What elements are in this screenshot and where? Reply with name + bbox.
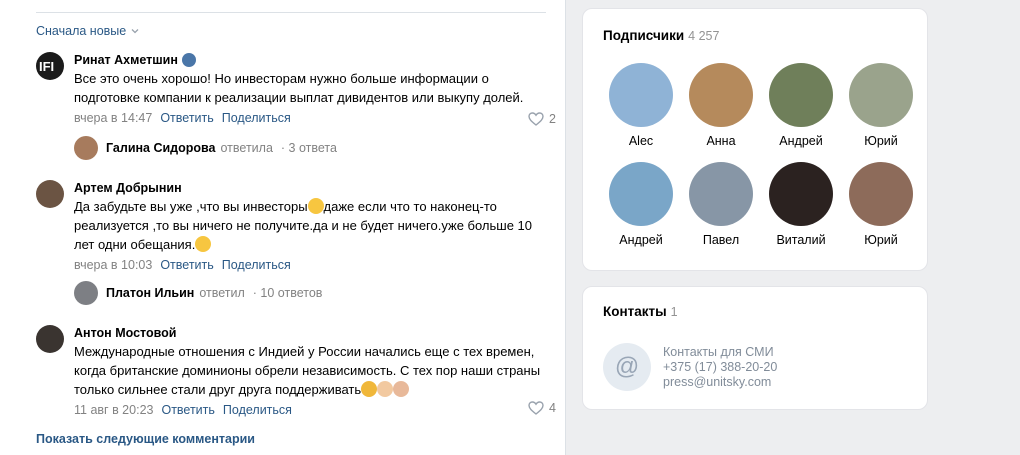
subscriber[interactable]: Юрий [841,162,921,247]
comment-text: Все это очень хорошо! Но инвесторам нужн… [74,71,524,105]
share-link[interactable]: Поделиться [223,402,292,418]
reply-link[interactable]: Ответить [160,257,213,273]
avatar[interactable] [36,180,64,208]
comments-panel: Сначала новые IFI Ринат Ахметшин Все это… [0,0,566,455]
badge-icon [181,53,196,67]
subscriber[interactable]: Андрей [601,162,681,247]
sort-label: Сначала новые [36,24,127,38]
replies-thread[interactable]: Галина Сидорова ответила · 3 ответа [74,136,337,160]
avatar[interactable] [74,281,98,305]
heart-icon [528,401,544,415]
comment-time[interactable]: вчера в 10:03 [74,257,152,273]
avatar [689,162,753,226]
comment-time[interactable]: вчера в 14:47 [74,110,152,126]
avatar [689,63,753,127]
comment-author[interactable]: Артем Добрынин [74,180,548,196]
handshake-emoji-icon [377,381,394,397]
contact-email: press@unitsky.com [663,375,772,389]
raised-fist-emoji-icon [393,381,410,397]
avatar [849,162,913,226]
comment-author[interactable]: Ринат Ахметшин [74,52,548,68]
reply-verb: ответил [199,286,245,300]
share-link[interactable]: Поделиться [222,110,291,126]
avatar[interactable] [36,325,64,353]
subscribers-count: 4 257 [688,29,720,43]
svg-text:IFI: IFI [39,59,54,74]
laughing-emoji-icon [307,198,324,214]
replies-thread[interactable]: Платон Ильин ответил · 10 ответов [74,281,322,305]
like-count: 2 [549,112,556,126]
comment: Артем Добрынин Да забудьте вы уже ,что в… [36,180,556,273]
like-button[interactable]: 4 [528,401,556,415]
reply-count[interactable]: · 3 ответа [281,141,337,155]
at-sign-icon: @ [603,343,651,391]
like-count: 4 [549,401,556,415]
avatar [609,63,673,127]
show-more-comments-link[interactable]: Показать следующие комментарии [36,432,255,446]
like-button[interactable]: 2 [528,112,556,126]
contact-label: Контакты для СМИ [663,345,774,359]
subscriber[interactable]: Павел [681,162,761,247]
contacts-count: 1 [670,305,678,319]
comment-author[interactable]: Антон Мостовой [74,325,548,341]
subscribers-grid: Alec Анна Андрей Юрий Андрей Павел Витал… [601,63,921,247]
comment: IFI Ринат Ахметшин Все это очень хорошо!… [36,52,556,126]
divider [36,12,546,13]
reply-link[interactable]: Ответить [161,402,214,418]
subscribers-card: Подписчики 4 257 Alec Анна Андрей Юрий Ан… [582,8,928,271]
avatar [609,162,673,226]
subscriber[interactable]: Юрий [841,63,921,148]
laughing-emoji-icon [195,236,212,252]
reply-author[interactable]: Галина Сидорова [106,141,216,155]
reply-author[interactable]: Платон Ильин [106,286,194,300]
comment-time[interactable]: 11 авг в 20:23 [74,402,153,418]
comment: Антон Мостовой Международные отношения с… [36,325,556,418]
sort-dropdown[interactable]: Сначала новые [36,24,140,38]
flexed-biceps-emoji-icon [361,381,378,397]
avatar [849,63,913,127]
share-link[interactable]: Поделиться [222,257,291,273]
chevron-down-icon [131,29,139,34]
avatar [769,63,833,127]
contacts-card: Контакты 1 @ Контакты для СМИ +375 (17) 3… [582,286,928,410]
comment-text: Международные отношения с Индией у Росси… [74,344,541,397]
subscribers-title[interactable]: Подписчики 4 257 [603,28,719,43]
reply-verb: ответила [220,141,273,155]
reply-count[interactable]: · 10 ответов [253,286,323,300]
subscriber[interactable]: Виталий [761,162,841,247]
subscriber[interactable]: Анна [681,63,761,148]
avatar[interactable] [74,136,98,160]
subscriber[interactable]: Андрей [761,63,841,148]
contacts-title[interactable]: Контакты 1 [603,304,678,319]
reply-link[interactable]: Ответить [160,110,213,126]
contact-item[interactable]: @ Контакты для СМИ +375 (17) 388-20-20 p… [603,343,777,391]
contact-phone: +375 (17) 388-20-20 [663,360,778,374]
avatar[interactable]: IFI [36,52,64,80]
subscriber[interactable]: Alec [601,63,681,148]
avatar [769,162,833,226]
heart-icon [528,112,544,126]
comment-text: Да забудьте вы уже ,что вы инвесторы даже… [74,198,533,252]
